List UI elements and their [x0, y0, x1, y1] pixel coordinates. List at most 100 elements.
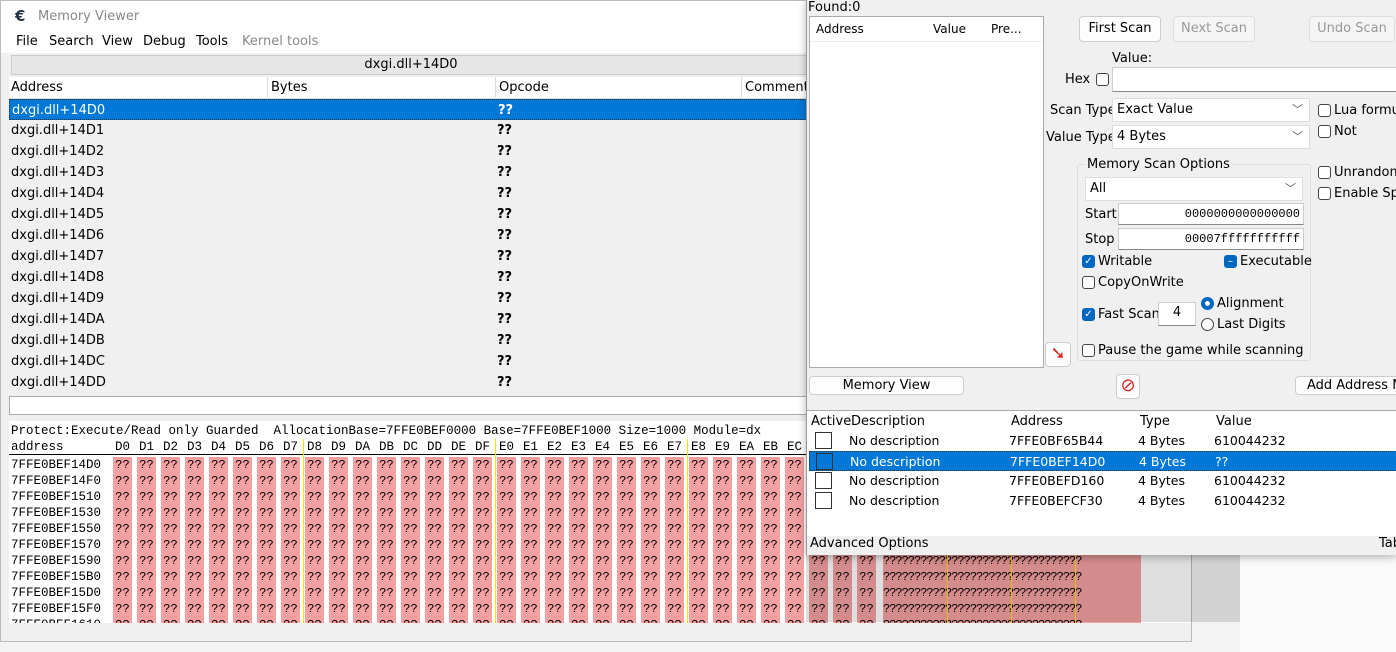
hex-byte-cell[interactable]: ?? — [401, 505, 420, 521]
hex-byte-cell[interactable]: ?? — [281, 617, 300, 623]
hex-byte-cell[interactable]: ?? — [593, 585, 612, 601]
hex-byte-cell[interactable]: ?? — [473, 617, 492, 623]
hex-byte-cell[interactable]: ?? — [665, 505, 684, 521]
disassembler-row[interactable]: dxgi.dll+14D0?? — [9, 99, 809, 120]
hex-byte-cell[interactable]: ?? — [521, 521, 540, 537]
hex-byte-cell[interactable]: ?? — [449, 457, 468, 473]
hex-byte-cell[interactable]: ?? — [737, 601, 756, 617]
hex-byte-cell[interactable]: ?? — [785, 505, 804, 521]
hex-byte-cell[interactable]: ?? — [617, 457, 636, 473]
hex-byte-cell[interactable]: ?? — [257, 505, 276, 521]
hex-byte-cell[interactable]: ?? — [425, 601, 444, 617]
hex-byte-cell[interactable]: ?? — [593, 505, 612, 521]
hex-byte-cell[interactable]: ?? — [497, 457, 516, 473]
hex-byte-cell[interactable]: ?? — [161, 585, 180, 601]
hex-byte-cell[interactable]: ?? — [737, 489, 756, 505]
hex-byte-cell[interactable]: ?? — [689, 601, 708, 617]
hex-byte-cell[interactable]: ?? — [737, 473, 756, 489]
hex-byte-cell[interactable]: ?? — [449, 569, 468, 585]
hex-byte-cell[interactable]: ?? — [713, 553, 732, 569]
hex-byte-cell[interactable]: ?? — [425, 505, 444, 521]
hex-byte-cell[interactable]: ?? — [233, 553, 252, 569]
hex-byte-cell[interactable]: ?? — [761, 537, 780, 553]
hex-byte-cell[interactable]: ?? — [305, 585, 324, 601]
hex-byte-cell[interactable]: ?? — [233, 585, 252, 601]
hex-byte-cell[interactable]: ?? — [137, 521, 156, 537]
region-select[interactable]: All ﹀ — [1085, 177, 1303, 201]
hex-byte-cell[interactable]: ?? — [233, 489, 252, 505]
value-type-select[interactable]: 4 Bytes ﹀ — [1112, 125, 1310, 149]
hex-byte-cell[interactable]: ?? — [593, 569, 612, 585]
address-list-row[interactable]: No description 7FFE0BEFD160 4 Bytes 6100442… — [809, 471, 1396, 491]
hex-byte-cell[interactable]: ?? — [137, 553, 156, 569]
current-address-bar[interactable]: dxgi.dll+14D0 — [11, 55, 811, 75]
hex-byte-cell[interactable]: ?? — [617, 617, 636, 623]
hex-byte-cell[interactable]: ?? — [521, 473, 540, 489]
hex-byte-cell[interactable]: ?? — [569, 473, 588, 489]
hex-byte-cell[interactable]: ?? — [665, 537, 684, 553]
hex-byte-cell[interactable]: ?? — [641, 617, 660, 623]
address-list[interactable]: Active Description Address Type Value No… — [807, 410, 1396, 536]
hex-byte-cell[interactable]: ?? — [353, 473, 372, 489]
hex-byte-cell[interactable]: ?? — [569, 585, 588, 601]
disassembler-row[interactable]: dxgi.dll+14D6?? — [9, 225, 809, 246]
hex-byte-cell[interactable]: ?? — [209, 537, 228, 553]
disassembler-row[interactable]: dxgi.dll+14D8?? — [9, 267, 809, 288]
address-list-row[interactable]: No description 7FFE0BEF14D0 4 Bytes?? — [809, 451, 1396, 471]
hex-byte-cell[interactable]: ?? — [113, 489, 132, 505]
hex-byte-cell[interactable]: ?? — [185, 553, 204, 569]
hex-byte-cell[interactable]: ?? — [473, 505, 492, 521]
hex-byte-cell[interactable]: ?? — [713, 473, 732, 489]
hex-byte-cell[interactable]: ?? — [665, 569, 684, 585]
hex-byte-cell[interactable]: ?? — [305, 489, 324, 505]
hex-byte-cell[interactable]: ?? — [785, 473, 804, 489]
hex-byte-cell[interactable]: ?? — [113, 601, 132, 617]
hex-byte-cell[interactable]: ?? — [113, 617, 132, 623]
hex-byte-cell[interactable]: ?? — [761, 457, 780, 473]
hex-byte-cell[interactable]: ?? — [233, 457, 252, 473]
hex-byte-cell[interactable]: ?? — [161, 489, 180, 505]
hex-byte-cell[interactable]: ?? — [137, 457, 156, 473]
hex-byte-cell[interactable]: ?? — [761, 601, 780, 617]
hex-byte-cell[interactable]: ?? — [569, 601, 588, 617]
executable-checkbox[interactable]: – — [1224, 255, 1237, 268]
hex-byte-cell[interactable]: ?? — [281, 505, 300, 521]
hex-byte-cell[interactable]: ?? — [617, 489, 636, 505]
hex-byte-cell[interactable]: ?? — [161, 569, 180, 585]
hex-byte-cell[interactable]: ?? — [233, 617, 252, 623]
al-col-active[interactable]: Active — [811, 414, 851, 429]
hex-byte-cell[interactable]: ?? — [209, 521, 228, 537]
al-col-description[interactable]: Description — [851, 414, 925, 429]
hex-byte-cell[interactable]: ?? — [377, 521, 396, 537]
hex-byte-cell[interactable]: ?? — [521, 553, 540, 569]
disassembler-view[interactable]: Address Bytes Opcode Comment dxgi.dll+14… — [9, 77, 809, 393]
hex-byte-cell[interactable]: ?? — [569, 553, 588, 569]
al-col-value[interactable]: Value — [1216, 414, 1252, 429]
hex-byte-cell[interactable]: ?? — [377, 569, 396, 585]
hex-byte-cell[interactable]: ?? — [425, 537, 444, 553]
hex-byte-cell[interactable]: ?? — [641, 537, 660, 553]
hex-byte-cell[interactable]: ?? — [785, 537, 804, 553]
hex-byte-cell[interactable]: ?? — [185, 457, 204, 473]
hex-byte-cell[interactable]: ?? — [281, 537, 300, 553]
hex-byte-cell[interactable]: ?? — [473, 601, 492, 617]
hex-byte-cell[interactable]: ?? — [161, 473, 180, 489]
hex-byte-cell[interactable]: ?? — [545, 521, 564, 537]
hex-byte-cell[interactable]: ?? — [377, 601, 396, 617]
found-col-previous[interactable]: Pre... — [991, 22, 1022, 36]
hex-byte-cell[interactable]: ?? — [401, 553, 420, 569]
hex-byte-cell[interactable]: ?? — [761, 473, 780, 489]
hex-byte-cell[interactable]: ?? — [401, 585, 420, 601]
hex-byte-cell[interactable]: ?? — [617, 505, 636, 521]
copyonwrite-checkbox[interactable] — [1082, 276, 1095, 289]
hex-byte-cell[interactable]: ?? — [545, 585, 564, 601]
hex-byte-cell[interactable]: ?? — [569, 537, 588, 553]
hex-byte-cell[interactable]: ?? — [449, 489, 468, 505]
hex-byte-cell[interactable]: ?? — [305, 521, 324, 537]
disassembler-row[interactable]: dxgi.dll+14D5?? — [9, 204, 809, 225]
hex-byte-cell[interactable]: ?? — [185, 537, 204, 553]
hex-byte-cell[interactable]: ?? — [713, 537, 732, 553]
hex-byte-cell[interactable]: ?? — [401, 537, 420, 553]
hex-byte-cell[interactable]: ?? — [329, 505, 348, 521]
hex-checkbox[interactable] — [1096, 73, 1109, 86]
